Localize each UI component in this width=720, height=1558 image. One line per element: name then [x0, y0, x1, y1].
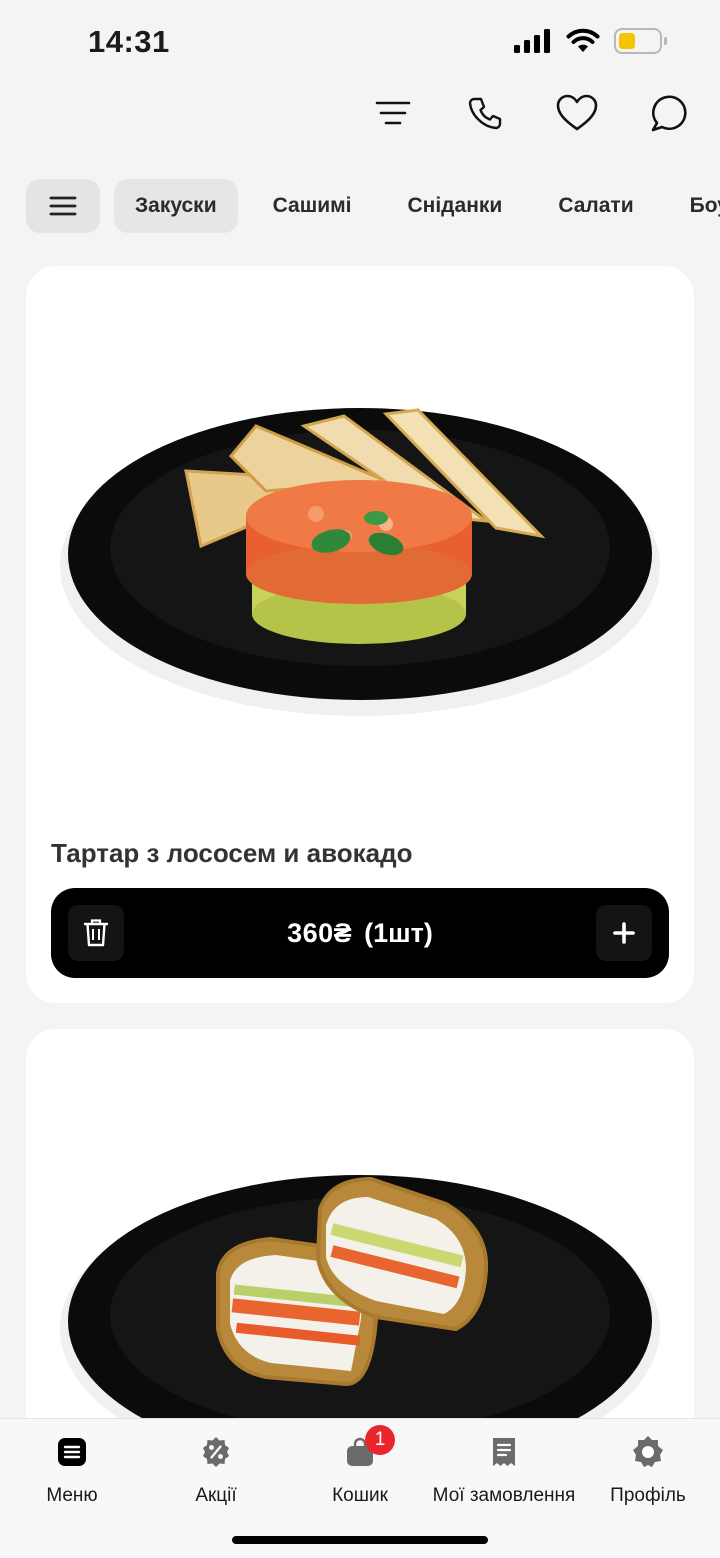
favorites-button[interactable]: [556, 92, 598, 134]
nav-cart-icon-wrap: 1: [343, 1425, 395, 1469]
status-icons: [514, 28, 668, 54]
nav-orders-icon-wrap: [487, 1435, 521, 1469]
tab-salads[interactable]: Салати: [537, 179, 654, 233]
heart-icon: [556, 94, 598, 131]
nav-profile-icon-wrap: [631, 1435, 665, 1469]
trash-icon: [83, 919, 109, 947]
filter-button[interactable]: [372, 92, 414, 134]
nav-profile-label: Профіль: [610, 1485, 686, 1506]
cart-control: 360₴ (1шт): [51, 888, 669, 978]
signal-icon: [514, 29, 550, 53]
product-card[interactable]: [26, 1029, 694, 1449]
nav-promotions-label: Акції: [195, 1485, 237, 1506]
nav-promotions[interactable]: Акції: [141, 1435, 291, 1507]
hamburger-icon: [49, 196, 77, 216]
cart-badge: 1: [365, 1425, 395, 1455]
battery-icon: [614, 28, 667, 54]
tab-zakusky[interactable]: Закуски: [114, 179, 238, 233]
status-bar: 14:31: [0, 0, 720, 86]
remove-button[interactable]: [68, 905, 124, 961]
wifi-icon: [566, 28, 600, 52]
plus-icon: [613, 922, 635, 944]
discount-icon: [203, 1437, 229, 1467]
product-image: [60, 1175, 660, 1449]
menu-list-icon: [58, 1438, 86, 1466]
profile-icon: [633, 1436, 663, 1467]
nav-orders-label: Мої замовлення: [432, 1485, 576, 1506]
product-name: Тартар з лососем и авокадо: [51, 838, 413, 868]
header-actions: [372, 92, 690, 134]
nav-promotions-icon-wrap: [199, 1435, 233, 1469]
tab-breakfasts[interactable]: Сніданки: [387, 179, 524, 233]
category-bar: Закуски Сашимі Сніданки Салати Боули: [26, 179, 720, 233]
nav-orders[interactable]: Мої замовлення: [429, 1435, 579, 1507]
nav-menu[interactable]: Меню: [0, 1435, 147, 1507]
tab-sashimi[interactable]: Сашимі: [252, 179, 373, 233]
chat-button[interactable]: [648, 92, 690, 134]
chat-icon: [651, 95, 687, 132]
phone-button[interactable]: [464, 92, 506, 134]
tab-bowls[interactable]: Боули: [669, 179, 720, 233]
product-image: [60, 408, 660, 716]
nav-profile[interactable]: Профіль: [573, 1435, 720, 1507]
category-menu-button[interactable]: [26, 179, 100, 233]
product-price: 360₴: [287, 917, 353, 948]
nav-menu-label: Меню: [46, 1485, 98, 1506]
nav-cart[interactable]: 1 Кошик: [285, 1425, 435, 1507]
receipt-icon: [493, 1438, 515, 1466]
add-button[interactable]: [596, 905, 652, 961]
product-card[interactable]: Тартар з лососем и авокадо 360₴ (1шт): [26, 266, 694, 1003]
phone-icon: [468, 97, 502, 130]
filter-icon: [375, 101, 411, 125]
home-indicator[interactable]: [232, 1536, 488, 1544]
nav-menu-icon-wrap: [55, 1435, 89, 1469]
product-quantity: (1шт): [364, 917, 433, 948]
nav-cart-label: Кошик: [332, 1485, 388, 1506]
status-time: 14:31: [88, 24, 170, 59]
